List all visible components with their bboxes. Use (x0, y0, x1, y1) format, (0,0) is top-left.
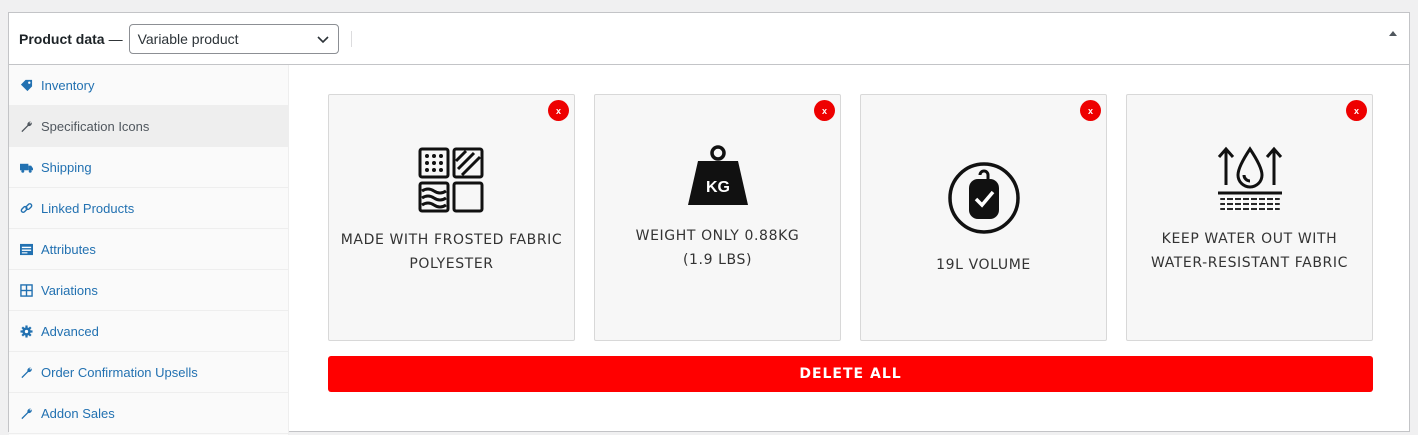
tab-attributes[interactable]: Attributes (9, 229, 288, 270)
tab-variations[interactable]: Variations (9, 270, 288, 311)
collapse-toggle-icon[interactable] (1389, 31, 1397, 36)
list-icon (19, 242, 33, 256)
chevron-down-icon (317, 35, 329, 43)
backpack-volume-icon (947, 162, 1020, 234)
spec-caption-line1: KEEP WATER OUT WITH (1161, 231, 1338, 247)
tab-label: Inventory (41, 77, 95, 93)
product-data-label: Product data (19, 30, 105, 47)
header-dash: — (108, 30, 123, 47)
tab-specification-icons[interactable]: Specification Icons (9, 106, 288, 147)
link-icon (19, 201, 33, 215)
product-data-tabs: Inventory Specification Icons Shipping L… (9, 65, 289, 435)
tab-label: Order Confirmation Upsells (41, 364, 198, 380)
product-type-select[interactable]: Variable product (128, 23, 339, 54)
product-data-panel: Product data — Variable product Inventor… (8, 12, 1410, 435)
wrench-icon (19, 365, 33, 379)
tab-label: Specification Icons (41, 118, 150, 134)
spec-caption-line2: WATER-RESISTANT FABRIC (1151, 255, 1348, 271)
tab-label: Addon Sales (41, 405, 115, 421)
product-data-header: Product data — Variable product (9, 13, 1409, 65)
gear-icon (19, 324, 33, 338)
spec-caption: WEIGHT ONLY 0.88KG (1.9 LBS) (605, 224, 830, 272)
spec-caption-line1: WEIGHT ONLY 0.88KG (635, 228, 800, 244)
spec-card-weight[interactable]: x KG WEIGHT ONLY 0.88KG (1.9 LBS) (594, 94, 841, 341)
delete-all-button[interactable]: DELETE ALL (328, 356, 1373, 392)
remove-card-button[interactable]: x (548, 100, 569, 121)
water-resistant-icon (1217, 146, 1282, 211)
tab-label: Attributes (41, 241, 96, 257)
tab-label: Shipping (41, 159, 92, 175)
spec-caption-line1: MADE WITH FROSTED FABRIC (340, 232, 563, 248)
specification-icons-panel: x MADE WITH FROSTED FABRIC POLYESTER x K… (290, 65, 1409, 435)
spec-caption: 19L VOLUME (871, 253, 1096, 277)
spec-caption-line2: POLYESTER (409, 256, 494, 272)
tab-label: Linked Products (41, 200, 135, 216)
remove-card-button[interactable]: x (1346, 100, 1367, 121)
tab-shipping[interactable]: Shipping (9, 147, 288, 188)
wrench-icon (19, 406, 33, 420)
remove-card-button[interactable]: x (1080, 100, 1101, 121)
spec-card-water-resistant[interactable]: x KEEP WATER OUT WITH WATER-RESISTANT FA… (1126, 94, 1373, 341)
weight-kg-icon: KG (687, 145, 748, 205)
spec-caption: KEEP WATER OUT WITH WATER-RESISTANT FABR… (1137, 227, 1362, 275)
header-divider (350, 30, 352, 47)
tab-addon-sales[interactable]: Addon Sales (9, 393, 288, 434)
spec-caption-line1: 19L VOLUME (936, 257, 1031, 273)
spec-card-fabric[interactable]: x MADE WITH FROSTED FABRIC POLYESTER (328, 94, 575, 341)
tab-inventory[interactable]: Inventory (9, 65, 288, 106)
fabric-icon (418, 147, 483, 213)
tag-icon (19, 78, 33, 92)
spec-icon-cards: x MADE WITH FROSTED FABRIC POLYESTER x K… (328, 94, 1373, 341)
tab-label: Advanced (41, 323, 99, 339)
weight-kg-label: KG (706, 179, 730, 196)
grid-icon (19, 283, 33, 297)
spec-caption-line2: (1.9 LBS) (682, 252, 753, 268)
remove-card-button[interactable]: x (814, 100, 835, 121)
tab-advanced[interactable]: Advanced (9, 311, 288, 352)
wrench-icon (19, 119, 33, 133)
tab-linked-products[interactable]: Linked Products (9, 188, 288, 229)
spec-caption: MADE WITH FROSTED FABRIC POLYESTER (339, 228, 564, 276)
spec-card-volume[interactable]: x 19L VOLUME (860, 94, 1107, 341)
tab-label: Variations (41, 282, 98, 298)
truck-icon (19, 160, 33, 174)
product-type-value: Variable product (137, 30, 239, 47)
tab-order-confirmation-upsells[interactable]: Order Confirmation Upsells (9, 352, 288, 393)
